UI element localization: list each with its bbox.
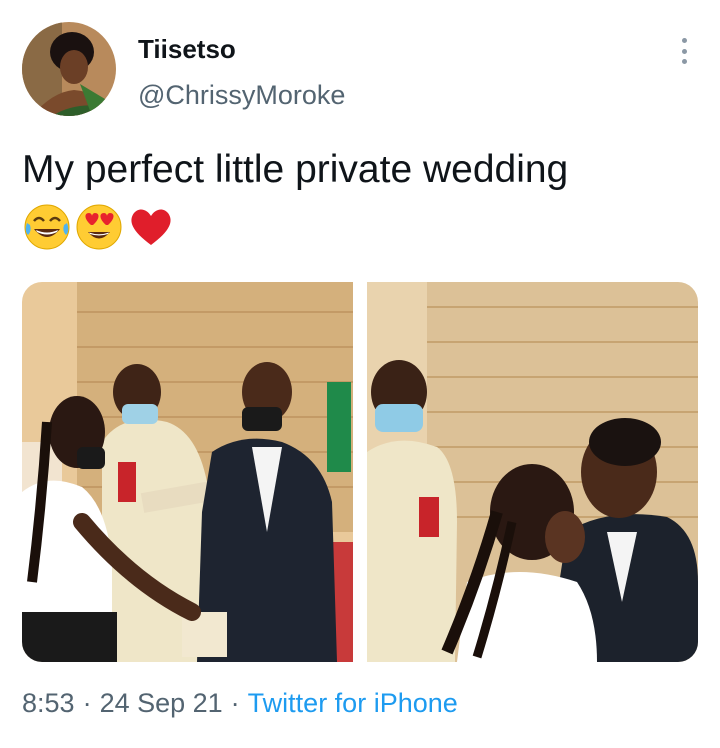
emoji-row: [22, 200, 176, 252]
heart-eyes-emoji: [76, 204, 122, 250]
wedding-photo-1[interactable]: [22, 282, 353, 662]
author-handle[interactable]: @ChrissyMoroke: [138, 80, 345, 111]
author-avatar[interactable]: [22, 22, 116, 116]
red-heart-emoji: [131, 209, 171, 245]
meta-separator: ·: [230, 688, 240, 718]
author-name[interactable]: Tiisetso: [138, 34, 236, 65]
wedding-photo-2[interactable]: [367, 282, 698, 662]
more-options-icon[interactable]: [672, 38, 696, 64]
meta-separator: ·: [82, 688, 92, 718]
tweet-text: My perfect little private wedding: [22, 148, 569, 191]
tweet-meta: 8:53 · 24 Sep 21 · Twitter for iPhone: [22, 688, 458, 719]
tweet-source-link[interactable]: Twitter for iPhone: [248, 688, 458, 719]
tweet-time[interactable]: 8:53: [22, 688, 75, 719]
joy-face-emoji: [24, 204, 70, 250]
tweet-media: [22, 282, 698, 662]
tweet-date[interactable]: 24 Sep 21: [100, 688, 223, 719]
tweet-header: Tiisetso @ChrissyMoroke: [0, 0, 720, 130]
